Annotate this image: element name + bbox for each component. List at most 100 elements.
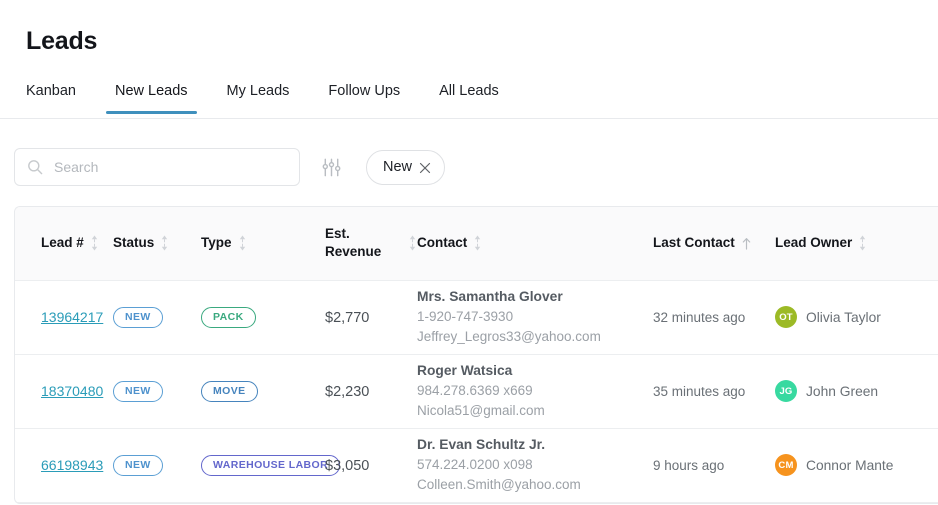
contact-phone: 1-920-747-3930 bbox=[417, 309, 514, 325]
table-body: 13964217 NEW PACK $2,770 Mrs. Samantha Glove… bbox=[15, 280, 938, 503]
contact-email: Nicola51@gmail.com bbox=[417, 403, 545, 418]
search-icon bbox=[27, 159, 43, 175]
cell-last-contact: 32 minutes ago bbox=[653, 280, 775, 355]
lead-number-link[interactable]: 18370480 bbox=[41, 383, 103, 399]
cell-est-revenue: $2,770 bbox=[325, 280, 417, 355]
tab-kanban[interactable]: Kanban bbox=[26, 78, 76, 113]
page-title: Leads bbox=[26, 27, 98, 55]
tab-all-leads[interactable]: All Leads bbox=[439, 78, 499, 113]
tab-follow-ups[interactable]: Follow Ups bbox=[328, 78, 400, 113]
lead-owner-name: Connor Mante bbox=[806, 457, 894, 473]
cell-lead-number: 66198943 bbox=[15, 428, 113, 503]
contact-email: Colleen.Smith@yahoo.com bbox=[417, 477, 581, 492]
table-header-row: Lead # Status Type Est. Revenue Contact Last … bbox=[15, 207, 938, 281]
lead-owner-name: Olivia Taylor bbox=[806, 309, 881, 325]
sort-toggle-icon[interactable] bbox=[858, 234, 867, 252]
est-revenue-value: $2,770 bbox=[325, 309, 370, 326]
tab-label: Kanban bbox=[26, 83, 76, 99]
filter-chip-new[interactable]: New bbox=[366, 149, 446, 185]
lead-owner-name: John Green bbox=[806, 383, 879, 399]
filter-sliders-icon[interactable] bbox=[314, 150, 348, 184]
avatar: OT bbox=[775, 306, 797, 328]
cell-lead-owner: CM Connor Mante bbox=[775, 428, 938, 503]
column-header-label: Lead # bbox=[41, 235, 84, 251]
search-input[interactable] bbox=[54, 159, 287, 175]
cell-lead-owner: OT Olivia Taylor bbox=[775, 280, 938, 355]
cell-type: MOVE bbox=[201, 354, 325, 429]
search-box[interactable] bbox=[14, 148, 300, 186]
column-header-label: Last Contact bbox=[653, 235, 735, 251]
cell-lead-owner: JG John Green bbox=[775, 354, 938, 429]
filter-chip-label: New bbox=[383, 159, 413, 175]
contact-phone: 574.224.0200 x098 bbox=[417, 457, 533, 473]
cell-lead-number: 18370480 bbox=[15, 354, 113, 429]
contact-name: Dr. Evan Schultz Jr. bbox=[417, 437, 546, 453]
column-header-last-contact[interactable]: Last Contact bbox=[653, 207, 775, 281]
contact-name: Mrs. Samantha Glover bbox=[417, 289, 563, 305]
column-header-type[interactable]: Type bbox=[201, 207, 325, 281]
column-header-lead-owner[interactable]: Lead Owner bbox=[775, 207, 938, 281]
tab-label: Follow Ups bbox=[328, 83, 401, 99]
sort-toggle-icon[interactable] bbox=[160, 234, 169, 252]
avatar: CM bbox=[775, 454, 797, 476]
cell-type: PACK bbox=[201, 280, 325, 355]
last-contact-value: 9 hours ago bbox=[653, 458, 725, 473]
table-header: Lead # Status Type Est. Revenue Contact Last … bbox=[15, 207, 938, 281]
column-header-label: Status bbox=[113, 235, 155, 251]
tab-label: New Leads bbox=[115, 83, 188, 99]
type-badge: WAREHOUSE LABOR bbox=[201, 454, 341, 476]
contact-email: Jeffrey_Legros33@yahoo.com bbox=[417, 329, 601, 344]
contact-phone: 984.278.6369 x669 bbox=[417, 383, 533, 399]
cell-contact: Mrs. Samantha Glover 1-920-747-3930 Jeffre… bbox=[417, 280, 653, 355]
column-header-status[interactable]: Status bbox=[113, 207, 201, 281]
column-header-label: Type bbox=[201, 235, 232, 251]
cell-status: NEW bbox=[113, 354, 201, 429]
est-revenue-value: $2,230 bbox=[325, 383, 370, 400]
sort-toggle-icon[interactable] bbox=[408, 234, 417, 252]
status-badge: NEW bbox=[113, 454, 163, 476]
sort-toggle-icon[interactable] bbox=[473, 234, 482, 252]
toolbar: New bbox=[0, 132, 938, 202]
close-icon[interactable] bbox=[419, 161, 431, 174]
type-badge: PACK bbox=[201, 306, 256, 328]
status-badge: NEW bbox=[113, 380, 163, 402]
tab-bar: Kanban New Leads My Leads Follow Ups All Lea… bbox=[0, 78, 938, 119]
column-header-lead[interactable]: Lead # bbox=[15, 207, 113, 281]
cell-status: NEW bbox=[113, 280, 201, 355]
last-contact-value: 35 minutes ago bbox=[653, 384, 746, 399]
cell-lead-number: 13964217 bbox=[15, 280, 113, 355]
column-header-label: Lead Owner bbox=[775, 235, 853, 251]
table-row[interactable]: 66198943 NEW WAREHOUSE LABOR $3,050 Dr. Evan… bbox=[15, 428, 938, 503]
column-header-contact[interactable]: Contact bbox=[417, 207, 653, 281]
last-contact-value: 32 minutes ago bbox=[653, 310, 746, 325]
leads-table-container: Lead # Status Type Est. Revenue Contact Last … bbox=[14, 206, 938, 504]
cell-last-contact: 35 minutes ago bbox=[653, 354, 775, 429]
cell-est-revenue: $3,050 bbox=[325, 428, 417, 503]
table-row[interactable]: 18370480 NEW MOVE $2,230 Roger Watsica 984.27… bbox=[15, 354, 938, 429]
column-header-label: Est. Revenue bbox=[325, 226, 382, 260]
sort-toggle-icon[interactable] bbox=[238, 234, 247, 252]
lead-number-link[interactable]: 13964217 bbox=[41, 309, 103, 325]
table-row[interactable]: 13964217 NEW PACK $2,770 Mrs. Samantha Glove… bbox=[15, 280, 938, 355]
tab-my-leads[interactable]: My Leads bbox=[227, 78, 290, 113]
contact-name: Roger Watsica bbox=[417, 363, 513, 379]
cell-est-revenue: $2,230 bbox=[325, 354, 417, 429]
sort-ascending-icon[interactable] bbox=[741, 237, 752, 250]
lead-number-link[interactable]: 66198943 bbox=[41, 457, 103, 473]
avatar: JG bbox=[775, 380, 797, 402]
tab-new-leads[interactable]: New Leads bbox=[106, 78, 197, 114]
status-badge: NEW bbox=[113, 306, 163, 328]
column-header-label: Contact bbox=[417, 235, 468, 251]
type-badge: MOVE bbox=[201, 380, 258, 402]
cell-status: NEW bbox=[113, 428, 201, 503]
leads-page: Leads Kanban New Leads My Leads Follow Ups A… bbox=[0, 0, 938, 505]
column-header-est-revenue[interactable]: Est. Revenue bbox=[325, 207, 417, 281]
cell-contact: Roger Watsica 984.278.6369 x669 Nicola51@g… bbox=[417, 354, 653, 429]
sort-toggle-icon[interactable] bbox=[90, 234, 99, 252]
cell-type: WAREHOUSE LABOR bbox=[201, 428, 341, 503]
est-revenue-value: $3,050 bbox=[325, 457, 370, 474]
cell-contact: Dr. Evan Schultz Jr. 574.224.0200 x098 Col… bbox=[417, 428, 653, 503]
cell-last-contact: 9 hours ago bbox=[653, 428, 775, 503]
tab-label: My Leads bbox=[226, 83, 290, 99]
leads-table: Lead # Status Type Est. Revenue Contact Last … bbox=[15, 207, 938, 503]
